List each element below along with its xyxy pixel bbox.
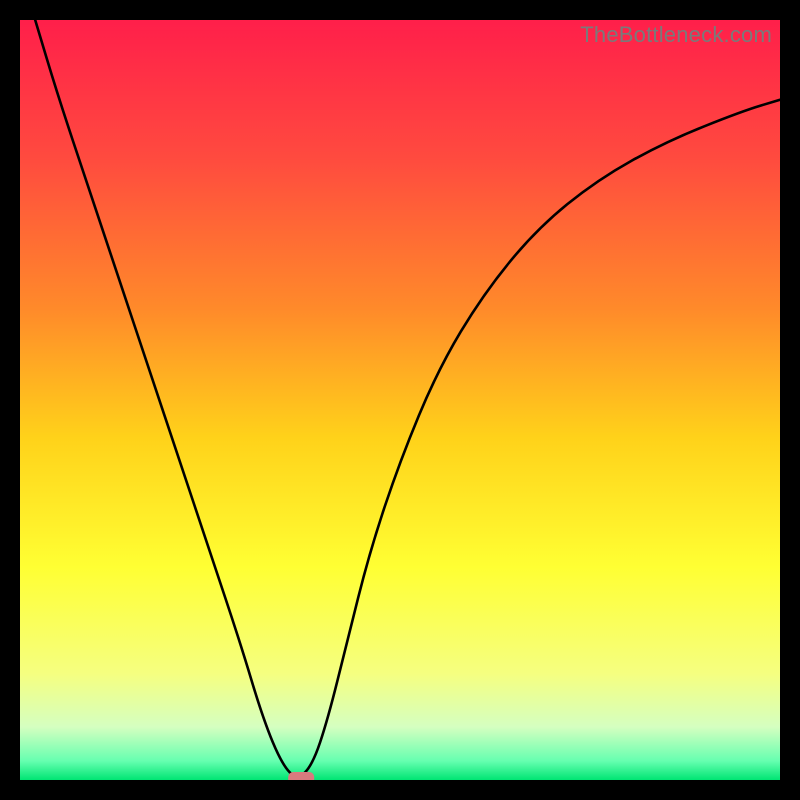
gradient-background <box>20 20 780 780</box>
optimal-point-marker <box>288 772 314 780</box>
bottleneck-chart <box>20 20 780 780</box>
watermark-label: TheBottleneck.com <box>580 22 772 48</box>
chart-frame: TheBottleneck.com <box>20 20 780 780</box>
